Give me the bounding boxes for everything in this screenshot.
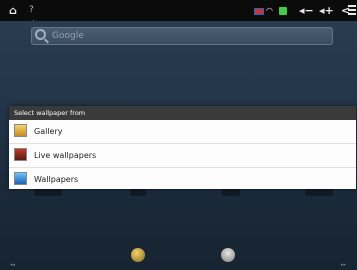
volume-down-icon[interactable]: ◂− — [299, 3, 314, 18]
dialog-option-live-wallpapers[interactable]: Live wallpapers — [9, 144, 356, 168]
option-label: Live wallpapers — [34, 151, 97, 160]
flag-icon — [254, 8, 264, 15]
lock-icon — [279, 7, 287, 15]
dialog-option-wallpapers[interactable]: Wallpapers — [9, 168, 356, 191]
wallpapers-icon — [14, 172, 27, 185]
page-indicator-right-icon: ▸▸ — [341, 262, 347, 268]
select-wallpaper-dialog: Select wallpaper from Gallery Live wallp… — [9, 106, 356, 189]
status-bar: ⌂ ? ⁂ ◠ ◂− ◂+ < — [0, 0, 357, 30]
option-label: Wallpapers — [34, 175, 79, 184]
dock-app-icon[interactable] — [131, 248, 145, 262]
live-wallpapers-icon — [14, 148, 27, 161]
menu-icon[interactable] — [348, 5, 357, 20]
search-icon — [35, 29, 46, 40]
option-label: Gallery — [34, 127, 63, 136]
search-placeholder: Google — [52, 31, 84, 41]
volume-up-icon[interactable]: ◂+ — [319, 3, 337, 18]
search-bar[interactable]: Google — [31, 27, 333, 45]
dialog-option-gallery[interactable]: Gallery — [9, 120, 356, 144]
apps-launcher-icon[interactable] — [221, 248, 235, 262]
gallery-icon — [14, 124, 27, 137]
wifi-icon: ◠ — [266, 6, 273, 15]
debug-icon: ? ⁂ — [29, 5, 38, 30]
dialog-title: Select wallpaper from — [9, 106, 356, 120]
home-icon[interactable]: ⌂ — [9, 3, 23, 18]
page-indicator-left-icon: ◂◂ — [10, 262, 16, 268]
